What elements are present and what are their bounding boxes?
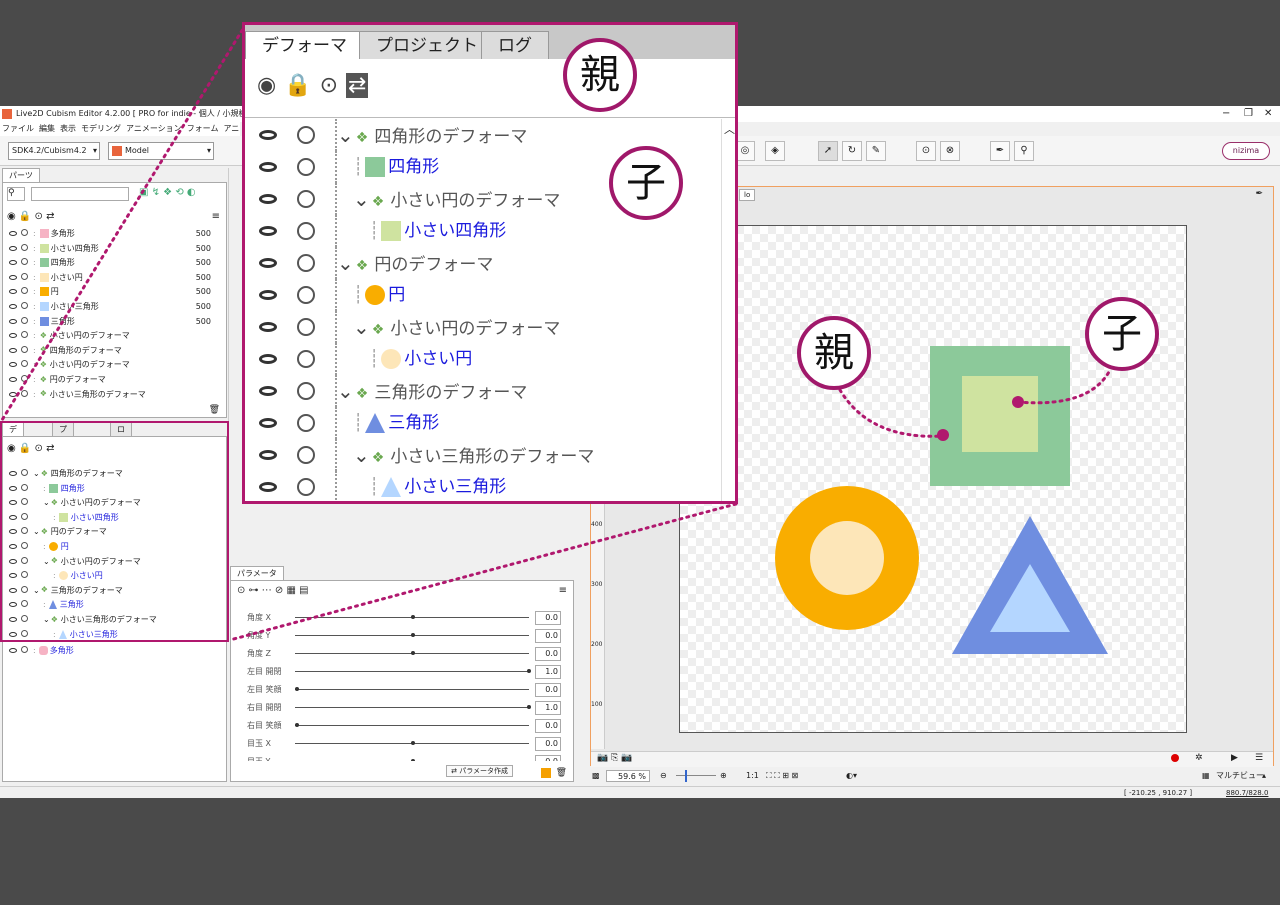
eye-icon[interactable] bbox=[259, 162, 277, 172]
eye-icon[interactable] bbox=[259, 194, 277, 204]
chevron-down-icon[interactable]: ⌄ bbox=[353, 443, 370, 467]
zoomed-row-label: 小さい円のデフォーマ bbox=[390, 191, 561, 211]
zoomed-row-label: 小さい円のデフォーマ bbox=[390, 319, 561, 339]
select-circle-icon[interactable] bbox=[297, 158, 315, 176]
deformer-icon: ❖ bbox=[371, 450, 385, 466]
zoomed-tabs: デフォーマ プロジェクト ログ bbox=[245, 25, 735, 59]
deformer-icon: ❖ bbox=[355, 258, 369, 274]
swap-icon[interactable]: ⇄ bbox=[346, 73, 369, 98]
select-circle-icon[interactable] bbox=[297, 286, 315, 304]
select-circle-icon[interactable] bbox=[297, 382, 315, 400]
select-circle-icon[interactable] bbox=[297, 190, 315, 208]
zoomed-deformer-row[interactable]: ⌄ ❖ 小さい三角形のデフォーマ bbox=[245, 439, 721, 471]
chevron-down-icon[interactable]: ⌄ bbox=[337, 123, 354, 147]
zoomed-row-label: 四角形のデフォーマ bbox=[374, 127, 528, 147]
tab-log[interactable]: ログ bbox=[481, 31, 549, 59]
select-circle-icon[interactable] bbox=[297, 350, 315, 368]
zoomed-row-label: 小さい円 bbox=[404, 349, 473, 369]
tab-deformer[interactable]: デフォーマ bbox=[245, 31, 364, 59]
select-circle-icon[interactable] bbox=[297, 478, 315, 496]
chevron-down-icon[interactable]: ⌄ bbox=[353, 315, 370, 339]
zoomed-row-label: 小さい三角形のデフォーマ bbox=[390, 447, 595, 467]
chevron-up-icon[interactable]: ︿ bbox=[724, 121, 735, 137]
zoomed-row-label: 三角形のデフォーマ bbox=[374, 383, 528, 403]
triangle-shape-icon bbox=[381, 477, 402, 497]
deformer-icon: ❖ bbox=[371, 194, 385, 210]
circle-shape-icon bbox=[365, 285, 386, 305]
lock-icon[interactable]: 🔒 bbox=[284, 73, 319, 98]
square-shape-icon bbox=[365, 157, 386, 177]
tab-project[interactable]: プロジェクト bbox=[359, 31, 495, 59]
zoomed-deformer-row[interactable]: ⌄ ❖ 小さい円のデフォーマ bbox=[245, 311, 721, 343]
eye-icon[interactable]: ◉ bbox=[257, 73, 284, 98]
zoomed-row-label: 小さい三角形 bbox=[404, 477, 507, 497]
scrollbar[interactable]: ︿ bbox=[721, 119, 735, 501]
select-circle-icon[interactable] bbox=[297, 254, 315, 272]
zoomed-deformer-row[interactable]: ┊ 小さい三角形 bbox=[245, 471, 721, 501]
callout-parent-top: 親 bbox=[563, 38, 637, 112]
chevron-down-icon[interactable]: ⌄ bbox=[337, 251, 354, 275]
zoomed-row-label: 小さい四角形 bbox=[404, 221, 507, 241]
eye-icon[interactable] bbox=[259, 354, 277, 364]
triangle-shape-icon bbox=[365, 413, 386, 433]
eye-icon[interactable] bbox=[259, 418, 277, 428]
zoomed-row-label: 円 bbox=[388, 285, 406, 305]
zoomed-deformer-row[interactable]: ┊ 三角形 bbox=[245, 407, 721, 439]
select-circle-icon[interactable] bbox=[297, 446, 315, 464]
zoomed-deformer-row[interactable]: ⌄ ❖ 円のデフォーマ bbox=[245, 247, 721, 279]
callout-parent-canvas: 親 bbox=[797, 316, 871, 390]
zoomed-row-label: 円のデフォーマ bbox=[374, 255, 494, 275]
callout-child-top: 子 bbox=[609, 146, 683, 220]
eye-icon[interactable] bbox=[259, 450, 277, 460]
zoomed-row-label: 三角形 bbox=[388, 413, 440, 433]
zoomed-row-label: 四角形 bbox=[388, 157, 440, 177]
circle-shape-icon bbox=[381, 349, 402, 369]
zoomed-deformer-row[interactable]: ⌄ ❖ 三角形のデフォーマ bbox=[245, 375, 721, 407]
chevron-circle-icon[interactable]: ⊙ bbox=[320, 73, 346, 98]
select-circle-icon[interactable] bbox=[297, 222, 315, 240]
callout-child-canvas: 子 bbox=[1085, 297, 1159, 371]
deformer-icon: ❖ bbox=[355, 386, 369, 402]
eye-icon[interactable] bbox=[259, 258, 277, 268]
select-circle-icon[interactable] bbox=[297, 414, 315, 432]
deformer-icon: ❖ bbox=[355, 130, 369, 146]
zoomed-deformer-row[interactable]: ┊ 円 bbox=[245, 279, 721, 311]
eye-icon[interactable] bbox=[259, 322, 277, 332]
chevron-down-icon[interactable]: ⌄ bbox=[337, 379, 354, 403]
square-shape-icon bbox=[381, 221, 402, 241]
zoomed-deformer-row[interactable]: ┊ 小さい円 bbox=[245, 343, 721, 375]
eye-icon[interactable] bbox=[259, 226, 277, 236]
select-circle-icon[interactable] bbox=[297, 126, 315, 144]
zoomed-visibility-toolbar: ◉🔒⊙⇄ bbox=[257, 73, 369, 98]
deformer-panel-zoomed: デフォーマ プロジェクト ログ ◉🔒⊙⇄ ⌄ ❖ 四角形のデフォーマ ┊ 四角形 ⌄ ❖ 小さい円… bbox=[242, 22, 738, 504]
select-circle-icon[interactable] bbox=[297, 318, 315, 336]
eye-icon[interactable] bbox=[259, 386, 277, 396]
eye-icon[interactable] bbox=[259, 290, 277, 300]
chevron-down-icon[interactable]: ⌄ bbox=[353, 187, 370, 211]
deformer-icon: ❖ bbox=[371, 322, 385, 338]
eye-icon[interactable] bbox=[259, 482, 277, 492]
eye-icon[interactable] bbox=[259, 130, 277, 140]
